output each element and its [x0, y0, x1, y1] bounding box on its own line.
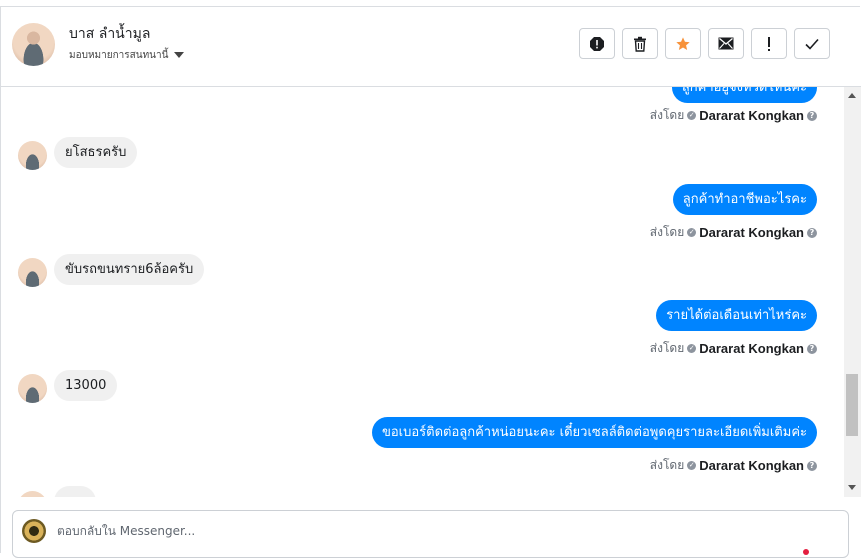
sent-by-line: ส่งโดย ✓ Dararat Kongkan ?: [650, 223, 817, 242]
page-avatar: [22, 519, 46, 543]
reply-composer[interactable]: [12, 510, 849, 558]
follow-up-icon: [768, 36, 770, 51]
notification-dot: [803, 549, 809, 555]
help-icon[interactable]: ?: [807, 227, 817, 238]
scroll-up-arrow-icon[interactable]: [848, 93, 856, 98]
mark-spam-button[interactable]: [579, 28, 615, 59]
help-icon[interactable]: ?: [807, 460, 817, 471]
check-icon: ✓: [687, 228, 697, 237]
help-icon[interactable]: ?: [807, 110, 817, 121]
spam-icon: [590, 36, 604, 51]
agent-name: Dararat Kongkan: [699, 341, 804, 356]
scroll-down-arrow-icon[interactable]: [848, 485, 856, 490]
contact-avatar: [18, 491, 47, 497]
contact-avatar: [18, 258, 47, 287]
agent-name: Dararat Kongkan: [699, 108, 804, 123]
message-bubble-incoming: ขับรถขนทราย6ล้อครับ: [54, 254, 205, 285]
message-thread[interactable]: ลูกค้าอยู่จังหวัดไหนคะ ส่งโดย ✓ Dararat …: [1, 87, 844, 497]
contact-avatar: [18, 141, 47, 170]
star-button[interactable]: [665, 28, 701, 59]
contact-avatar: [18, 374, 47, 403]
message-bubble-outgoing: ขอเบอร์ติดต่อลูกค้าหน่อยนะคะ เดี๋ยวเซลล์…: [371, 417, 817, 448]
conversation-header: บาส ลำน้ำมูล มอบหมายการสนทนานี้: [0, 6, 861, 87]
message-bubble-outgoing: ลูกค้าทำอาชีพอะไรคะ: [672, 184, 817, 215]
check-icon: ✓: [687, 111, 697, 120]
assign-label: มอบหมายการสนทนานี้: [69, 50, 169, 61]
caret-down-icon: [174, 52, 185, 58]
message-bubble-outgoing: ลูกค้าอยู่จังหวัดไหนคะ: [671, 87, 817, 103]
star-icon: [676, 36, 690, 50]
sent-by-label: ส่งโดย: [649, 225, 685, 239]
agent-name: Dararat Kongkan: [699, 458, 804, 473]
trash-icon: [634, 36, 646, 52]
avatar[interactable]: [12, 23, 55, 66]
conversation-actions: [579, 28, 830, 59]
thread-scrollbar[interactable]: [844, 87, 861, 497]
done-icon: [805, 38, 819, 50]
sent-by-label: ส่งโดย: [649, 458, 685, 472]
sent-by-label: ส่งโดย: [649, 341, 685, 355]
check-icon: ✓: [687, 461, 697, 470]
mail-icon: [718, 37, 734, 50]
contact-name[interactable]: บาส ลำน้ำมูล: [69, 23, 150, 45]
check-icon: ✓: [687, 344, 697, 353]
sent-by-line: ส่งโดย ✓ Dararat Kongkan ?: [650, 106, 817, 125]
follow-up-button[interactable]: [751, 28, 787, 59]
mark-done-button[interactable]: [794, 28, 830, 59]
delete-button[interactable]: [622, 28, 658, 59]
message-bubble-incoming: 13000: [54, 370, 118, 401]
message-bubble-incoming: [54, 486, 96, 497]
scrollbar-thumb[interactable]: [846, 374, 858, 436]
mark-unread-button[interactable]: [708, 28, 744, 59]
sent-by-line: ส่งโดย ✓ Dararat Kongkan ?: [650, 339, 817, 358]
agent-name: Dararat Kongkan: [699, 225, 804, 240]
message-bubble-incoming: ยโสธรครับ: [54, 137, 138, 168]
assign-conversation-dropdown[interactable]: มอบหมายการสนทนานี้: [69, 48, 185, 63]
sent-by-label: ส่งโดย: [649, 108, 685, 122]
message-bubble-outgoing: รายได้ต่อเดือนเท่าไหร่คะ: [656, 300, 817, 331]
reply-input[interactable]: [57, 524, 757, 538]
sent-by-line: ส่งโดย ✓ Dararat Kongkan ?: [650, 456, 817, 475]
help-icon[interactable]: ?: [807, 343, 817, 354]
